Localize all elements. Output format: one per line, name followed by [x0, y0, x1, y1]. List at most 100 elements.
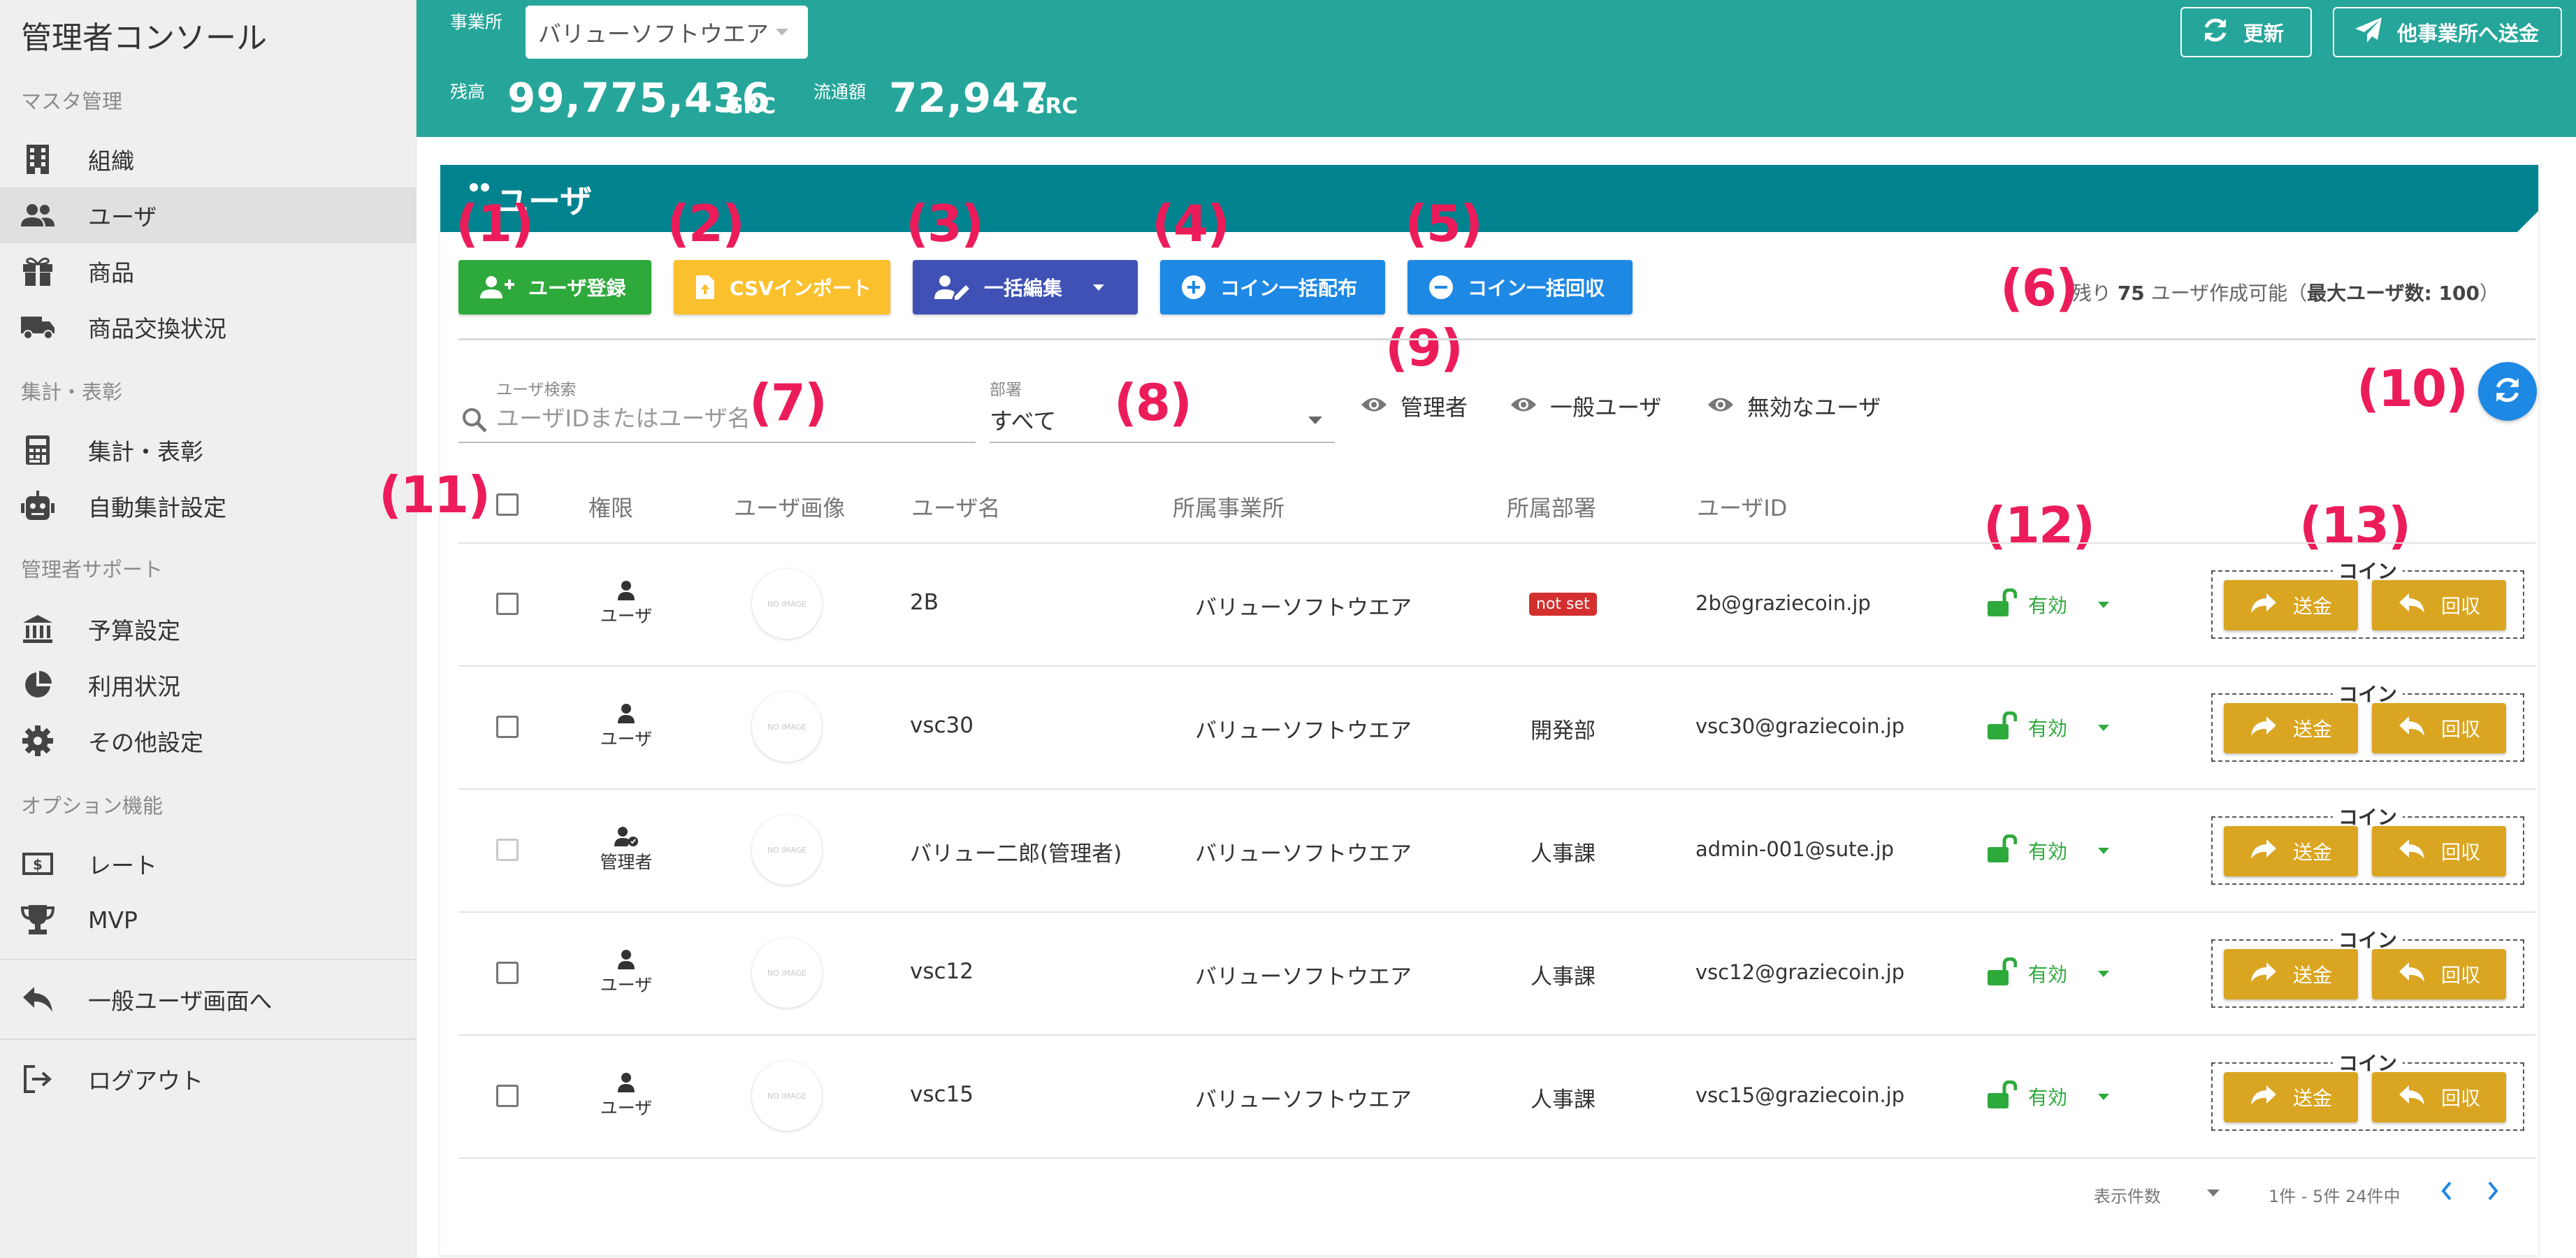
refresh-label: 更新	[2243, 22, 2285, 45]
csv-import-label: CSVインポート	[730, 277, 871, 300]
sidebar-item-rate[interactable]: $ レート	[0, 836, 417, 892]
sidebar-item-other-settings[interactable]: その他設定	[0, 713, 417, 769]
coin-bulk-collect-button[interactable]: コイン一括回収	[1408, 260, 1633, 314]
toggle-general-user-visibility[interactable]: 一般ユーザ	[1510, 390, 1661, 422]
column-header-user-id[interactable]: ユーザID	[1697, 491, 1787, 523]
office-cell: バリューソフトウエア	[1195, 1087, 1412, 1113]
row-divider	[458, 788, 2535, 790]
row-checkbox[interactable]	[496, 1085, 519, 1107]
sidebar-item-aggregation[interactable]: 集計・表彰	[0, 422, 417, 478]
sidebar-item-label: MVP	[88, 906, 138, 934]
annotation-11: (11)	[379, 465, 491, 524]
office-cell: バリューソフトウエア	[1195, 595, 1412, 621]
coin-send-button[interactable]: 送金	[2224, 703, 2358, 753]
row-divider	[458, 542, 2535, 544]
remaining-prefix: 残り	[2071, 282, 2111, 305]
sidebar-item-label: 組織	[88, 147, 134, 175]
office-cell: バリューソフトウエア	[1195, 964, 1412, 990]
status-dropdown[interactable]: 有効	[1986, 1080, 2110, 1113]
annotation-9: (9)	[1385, 319, 1463, 377]
chevron-right-icon	[2485, 1181, 2501, 1205]
status-label: 有効	[2028, 594, 2068, 617]
column-header-image[interactable]: ユーザ画像	[734, 491, 845, 523]
sidebar-item-exchange-status[interactable]: 商品交換状況	[0, 299, 417, 355]
coin-send-button[interactable]: 送金	[2224, 1072, 2358, 1122]
coin-actions: コイン 送金 回収	[2211, 556, 2524, 639]
row-checkbox[interactable]	[496, 962, 519, 984]
coin-collect-button[interactable]: 回収	[2372, 703, 2506, 753]
users-card: ユーザ (1) (2) (3) (4) (5) (6) (7) (8) (9) …	[379, 165, 2538, 1255]
collect-label: 回収	[2440, 964, 2480, 987]
admin-person-icon	[584, 826, 668, 847]
toggle-disabled-user-visibility[interactable]: 無効なユーザ	[1707, 390, 1881, 422]
coin-bulk-distribute-button[interactable]: コイン一括配布	[1160, 260, 1385, 314]
user-search-field[interactable]: ユーザ検索	[458, 375, 976, 443]
coin-send-button[interactable]: 送金	[2224, 949, 2358, 999]
coin-collect-button[interactable]: 回収	[2372, 949, 2506, 999]
status-dropdown[interactable]: 有効	[1986, 711, 2110, 744]
caret-down-icon	[2098, 724, 2110, 731]
toggle-label: 一般ユーザ	[1550, 394, 1662, 421]
role-label: ユーザ	[600, 729, 653, 749]
toggle-admin-visibility[interactable]: 管理者	[1360, 390, 1468, 422]
row-divider	[458, 911, 2535, 913]
send-to-other-office-button[interactable]: 他事業所へ送金	[2333, 7, 2562, 57]
top-header: 事業所 バリューソフトウエア 残高 99,775,436 GRC 流通額 72,…	[417, 0, 2576, 137]
sidebar-item-auto-aggregation[interactable]: 自動集計設定	[0, 478, 417, 534]
column-header-role[interactable]: 権限	[588, 491, 633, 523]
search-input[interactable]	[496, 400, 888, 436]
sidebar-item-products[interactable]: 商品	[0, 243, 417, 299]
refresh-button[interactable]: 更新	[2180, 7, 2312, 57]
status-dropdown[interactable]: 有効	[1986, 834, 2110, 867]
send-label: 送金	[2292, 595, 2332, 618]
robot-icon	[20, 488, 56, 524]
previous-page-button[interactable]	[2439, 1180, 2454, 1205]
sidebar-item-mvp[interactable]: MVP	[0, 892, 417, 948]
send-to-other-office-label: 他事業所へ送金	[2397, 22, 2540, 45]
coin-send-button[interactable]: 送金	[2224, 826, 2358, 876]
status-dropdown[interactable]: 有効	[1986, 588, 2110, 621]
next-page-button[interactable]	[2485, 1180, 2501, 1205]
send-label: 送金	[2292, 1087, 2332, 1110]
sidebar-item-organization[interactable]: 組織	[0, 131, 417, 187]
user-id-cell: admin-001@sute.jp	[1695, 837, 1895, 861]
person-icon	[584, 703, 668, 724]
username-cell: 2B	[910, 590, 939, 615]
send-label: 送金	[2292, 718, 2332, 741]
csv-import-button[interactable]: CSVインポート	[674, 260, 890, 314]
office-label: 事業所	[450, 12, 503, 32]
list-refresh-button[interactable]	[2478, 362, 2537, 421]
office-select[interactable]: バリューソフトウエア	[526, 6, 808, 59]
role-cell: ユーザ	[584, 580, 668, 628]
status-badge: not set	[1529, 593, 1597, 616]
refresh-icon	[2201, 16, 2229, 49]
building-icon	[20, 141, 56, 178]
coin-collect-button[interactable]: 回収	[2372, 826, 2506, 876]
row-checkbox[interactable]	[496, 593, 519, 615]
annotation-1: (1)	[456, 194, 534, 253]
coin-send-button[interactable]: 送金	[2224, 580, 2358, 630]
user-register-button[interactable]: ユーザ登録	[458, 260, 651, 314]
sidebar-item-general-user-view[interactable]: 一般ユーザ画面へ	[0, 971, 417, 1027]
sidebar-item-logout[interactable]: ログアウト	[0, 1051, 417, 1107]
column-header-office[interactable]: 所属事業所	[1173, 491, 1285, 523]
row-checkbox[interactable]	[496, 716, 519, 738]
sidebar-item-usage[interactable]: 利用状況	[0, 657, 417, 713]
chevron-down-icon	[776, 29, 788, 36]
status-dropdown[interactable]: 有効	[1986, 957, 2110, 990]
person-icon	[584, 580, 668, 601]
sidebar-item-users[interactable]: ユーザ	[0, 187, 417, 243]
department-value: すべて	[990, 407, 1057, 435]
column-header-department[interactable]: 所属部署	[1507, 491, 1596, 523]
coin-collect-button[interactable]: 回収	[2372, 580, 2506, 630]
remaining-suffix: ユーザ作成可能（	[2150, 282, 2308, 305]
bulk-edit-button[interactable]: 一括編集	[913, 260, 1138, 314]
select-all-checkbox[interactable]	[496, 493, 519, 516]
role-cell: ユーザ	[584, 949, 668, 997]
department-select[interactable]: 部署 すべて	[990, 375, 1335, 443]
column-header-username[interactable]: ユーザ名	[911, 491, 1000, 523]
per-page-dropdown[interactable]	[2207, 1190, 2220, 1196]
sidebar-item-budget[interactable]: 予算設定	[0, 601, 417, 657]
coin-collect-button[interactable]: 回収	[2372, 1072, 2506, 1122]
eye-icon	[1707, 393, 1735, 419]
